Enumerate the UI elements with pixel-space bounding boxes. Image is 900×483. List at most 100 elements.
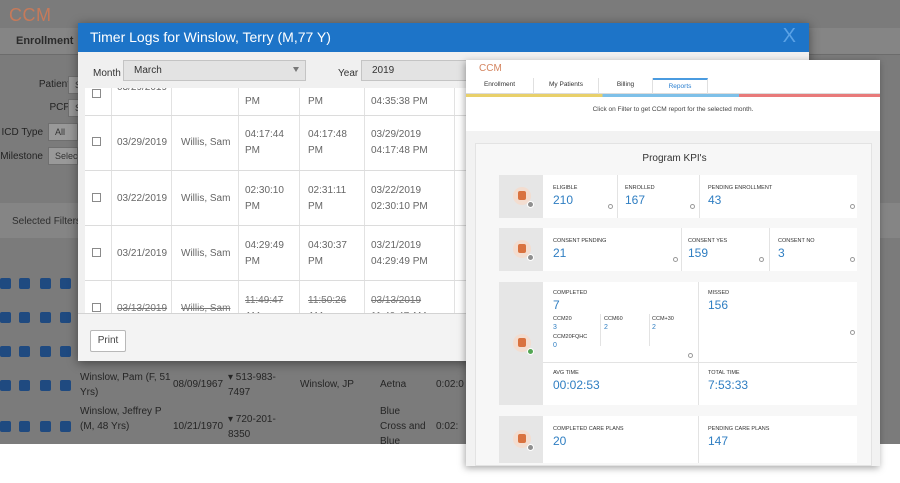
divider [698, 416, 699, 463]
ccm30-value[interactable]: 2 [652, 324, 656, 331]
info-icon[interactable] [850, 257, 855, 262]
kpi-icon-column [499, 228, 543, 271]
checklist-icon[interactable] [19, 421, 30, 432]
divider [617, 175, 618, 218]
checklist-icon[interactable] [19, 346, 30, 357]
info-icon[interactable] [608, 204, 613, 209]
user-icon[interactable] [60, 421, 71, 432]
table-row[interactable]: 03/29/2019 PM PM 04:35:38 PM [85, 88, 485, 116]
kpi-value: 3 [778, 246, 785, 260]
filter-label-icd: ICD Type [1, 127, 44, 138]
kpi-label: ENROLLED [625, 185, 655, 191]
checklist-icon[interactable] [19, 278, 30, 289]
checklist-icon[interactable] [19, 380, 30, 391]
reports-window: CCM Enrollment My Patients Billing Repor… [466, 60, 880, 466]
user-icon[interactable] [60, 312, 71, 323]
row-checkbox[interactable] [92, 89, 101, 98]
row-checkbox[interactable] [92, 137, 101, 146]
phone-icon[interactable] [0, 380, 11, 391]
kpi-label: AVG TIME [553, 370, 579, 376]
row-end: 04:17:48 PM [308, 129, 347, 156]
kpi-label: TOTAL TIME [708, 370, 740, 376]
ccm20fqhc-label: CCM20FQHC [553, 334, 588, 340]
info-icon[interactable] [690, 204, 695, 209]
filter-icd-select[interactable]: All [48, 123, 78, 141]
kpi-value: 7:53:33 [708, 378, 749, 392]
patient-name[interactable]: Winslow, Jeffrey P (M, 48 Yrs) [80, 404, 172, 434]
patient-name[interactable]: Winslow, Pam (F, 51 Yrs) [80, 370, 172, 400]
row-user: Willis, Sam [181, 248, 231, 259]
report-logo: CCM [479, 63, 502, 74]
close-icon[interactable]: X [783, 25, 796, 48]
patient-phone: ▾ 513-983-7497 [228, 372, 276, 398]
kpi-label: PENDING ENROLLMENT [708, 185, 773, 191]
info-icon[interactable] [673, 257, 678, 262]
user-icon[interactable] [60, 278, 71, 289]
row-end: 02:31:11 PM [308, 185, 347, 212]
filter-milestone-select[interactable]: Selec [48, 147, 78, 165]
row-checkbox[interactable] [92, 193, 101, 202]
divider [600, 314, 601, 346]
info-icon[interactable] [688, 353, 693, 358]
document-icon[interactable] [40, 278, 51, 289]
row-start: 04:17:44 PM [245, 129, 284, 156]
divider [698, 282, 699, 405]
tab-reports[interactable]: Reports [653, 78, 708, 94]
phone-icon[interactable] [0, 421, 11, 432]
person-icon [513, 187, 534, 208]
info-icon[interactable] [850, 330, 855, 335]
row-logged: 03/21/2019 04:29:49 PM [371, 240, 428, 267]
user-icon[interactable] [60, 346, 71, 357]
month-select[interactable]: March [123, 60, 306, 81]
table-row[interactable]: 03/21/2019 Willis, Sam 04:29:49 PM 04:30… [85, 226, 485, 281]
ccm60-value[interactable]: 2 [604, 324, 608, 331]
kpi-icon-column [499, 282, 543, 405]
user-icon[interactable] [60, 380, 71, 391]
kpi-card-enrollment: ELIGIBLE 210 ENROLLED 167 PENDING ENROLL… [499, 175, 857, 218]
year-label: Year [338, 68, 359, 79]
document-icon[interactable] [40, 346, 51, 357]
nav-item-enrollment[interactable]: Enrollment [16, 35, 73, 47]
row-date: 03/29/2019 [117, 137, 168, 148]
kpi-value: 167 [625, 193, 646, 207]
table-row[interactable]: 03/29/2019 Willis, Sam 04:17:44 PM 04:17… [85, 116, 485, 171]
print-button[interactable]: Print [90, 330, 126, 352]
phone-icon[interactable] [0, 312, 11, 323]
year-select[interactable]: 2019 [361, 60, 471, 81]
row-logged: 03/29/2019 04:17:48 PM [371, 129, 428, 156]
ccm20-value[interactable]: 3 [553, 324, 557, 331]
row-start: 04:29:49 PM [245, 240, 284, 267]
ccm20fqhc-value[interactable]: 0 [553, 342, 557, 349]
kpi-label: CONSENT NO [778, 238, 815, 244]
document-icon[interactable] [40, 421, 51, 432]
patient-dob: 08/09/1967 [173, 379, 224, 390]
month-label: Month [93, 68, 121, 79]
tab-enrollment[interactable]: Enrollment [466, 78, 534, 94]
kpi-card-completion: COMPLETED 7 CCM20 3 CCM60 2 CCM+30 2 CCM… [499, 282, 857, 405]
modal-title: Timer Logs for Winslow, Terry (M,77 Y) [90, 29, 331, 45]
checklist-icon[interactable] [19, 312, 30, 323]
document-icon[interactable] [40, 312, 51, 323]
info-icon[interactable] [759, 257, 764, 262]
tab-billing[interactable]: Billing [599, 78, 653, 94]
row-user: Willis, Sam [181, 193, 231, 204]
kpi-label: MISSED [708, 290, 730, 296]
patient-pcp: Winslow, JP [300, 379, 354, 390]
info-icon[interactable] [850, 204, 855, 209]
row-logged: 03/22/2019 02:30:10 PM [371, 185, 428, 212]
kpi-value: 00:02:53 [553, 378, 600, 392]
kpi-value: 210 [553, 193, 574, 207]
modal-header: Timer Logs for Winslow, Terry (M,77 Y) X [78, 23, 809, 52]
kpi-value: 147 [708, 434, 729, 448]
patient-insurance: Aetna [380, 379, 407, 390]
kpi-label: PENDING CARE PLANS [708, 426, 770, 432]
table-row[interactable]: 03/22/2019 Willis, Sam 02:30:10 PM 02:31… [85, 171, 485, 226]
row-checkbox[interactable] [92, 248, 101, 257]
phone-icon[interactable] [0, 278, 11, 289]
document-icon[interactable] [40, 380, 51, 391]
phone-icon[interactable] [0, 346, 11, 357]
row-checkbox[interactable] [92, 303, 101, 312]
kpi-value: 156 [708, 298, 729, 312]
filter-label-milestone: Milestone [0, 151, 43, 162]
tab-my-patients[interactable]: My Patients [534, 78, 599, 94]
